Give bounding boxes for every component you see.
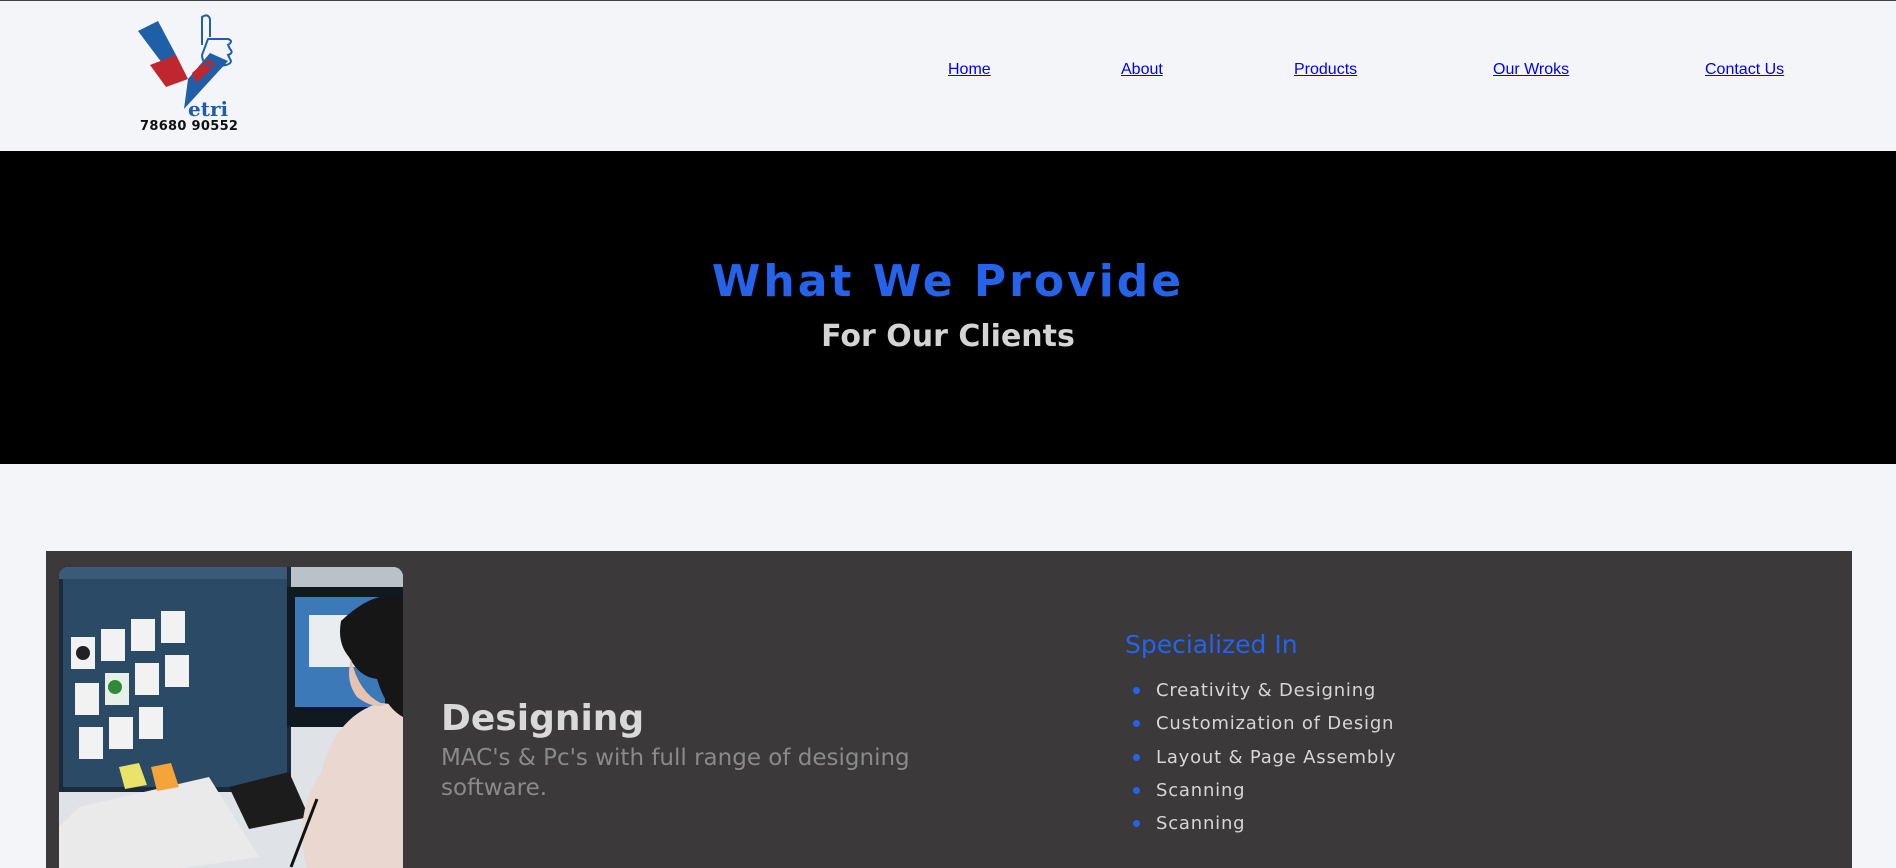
- list-item: Scanning: [1133, 774, 1396, 807]
- nav-our-works[interactable]: Our Wroks: [1493, 61, 1569, 87]
- bullet-icon: [1133, 720, 1140, 728]
- list-item: Scanning: [1133, 807, 1396, 840]
- nav-about[interactable]: About: [1121, 61, 1163, 87]
- bullet-icon: [1133, 753, 1140, 761]
- logo-phone-number: 78680 90552: [140, 119, 239, 134]
- svg-text:etri: etri: [188, 97, 229, 119]
- bullet-icon: [1133, 687, 1140, 694]
- vetri-logo[interactable]: etri 78680 90552: [136, 13, 248, 138]
- service-card: Designing MAC's & Pc's with full range o…: [46, 551, 1852, 868]
- designer-workspace-photo: [59, 567, 403, 868]
- hero-banner: What We Provide For Our Clients: [0, 151, 1896, 464]
- bullet-icon: [1133, 820, 1140, 828]
- list-item-label: Creativity & Designing: [1156, 680, 1377, 701]
- hero-subtitle: For Our Clients: [821, 319, 1075, 354]
- list-item: Layout & Page Assembly: [1133, 741, 1396, 774]
- nav-contact-us[interactable]: Contact Us: [1705, 61, 1784, 87]
- nav-home[interactable]: Home: [948, 61, 991, 87]
- list-item-label: Scanning: [1156, 779, 1246, 801]
- specialized-list: Creativity & Designing Customization of …: [1133, 674, 1396, 840]
- hero-title: What We Provide: [711, 256, 1185, 307]
- bullet-icon: [1133, 786, 1140, 794]
- list-item: Creativity & Designing: [1133, 674, 1396, 707]
- logo-mark: etri: [138, 14, 233, 119]
- specialized-in-heading: Specialized In: [1125, 630, 1298, 659]
- list-item-label: Customization of Design: [1156, 713, 1395, 735]
- service-description: MAC's & Pc's with full range of designin…: [441, 745, 910, 801]
- nav-products[interactable]: Products: [1294, 61, 1357, 87]
- service-title: Designing: [441, 698, 645, 739]
- site-header: etri 78680 90552 Home About Products Our…: [0, 0, 1896, 151]
- list-item-label: Scanning: [1156, 813, 1246, 835]
- list-item: Customization of Design: [1133, 707, 1396, 740]
- list-item-label: Layout & Page Assembly: [1156, 746, 1397, 768]
